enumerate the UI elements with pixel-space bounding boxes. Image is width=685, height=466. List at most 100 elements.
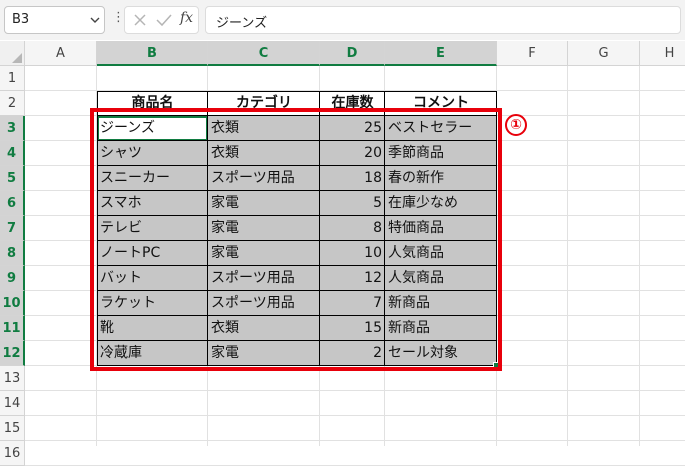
cell-d10[interactable]: 7: [320, 291, 385, 316]
table-header-e[interactable]: コメント: [385, 91, 497, 116]
cell-c6[interactable]: 家電: [208, 191, 320, 216]
cell-b3[interactable]: ジーンズ: [97, 116, 208, 141]
row-header-11[interactable]: 11: [0, 316, 25, 341]
cell-c12[interactable]: 家電: [208, 341, 320, 366]
check-icon[interactable]: [156, 13, 172, 27]
gridline-row-13: [25, 390, 685, 391]
cell-e6[interactable]: 在庫少なめ: [385, 191, 497, 216]
cell-c5[interactable]: スポーツ用品: [208, 166, 320, 191]
table-border-h-12: [97, 365, 497, 366]
table-border-h-7: [97, 240, 497, 241]
column-header-h[interactable]: H: [640, 41, 685, 66]
table-border-v-3: [319, 91, 320, 366]
cell-c9[interactable]: スポーツ用品: [208, 266, 320, 291]
column-header-a[interactable]: A: [25, 41, 97, 66]
cell-c3[interactable]: 衣類: [208, 116, 320, 141]
formula-actions: fx: [124, 6, 199, 34]
gridline-col-f: [567, 66, 568, 446]
cell-b11[interactable]: 靴: [97, 316, 208, 341]
table-border-h-4: [97, 165, 497, 166]
cell-b4[interactable]: シャツ: [97, 141, 208, 166]
table-border-v-5: [496, 91, 497, 366]
row-header-4[interactable]: 4: [0, 141, 25, 166]
row-header-2[interactable]: 2: [0, 91, 25, 116]
chevron-down-icon[interactable]: [90, 15, 100, 25]
row-header-12[interactable]: 12: [0, 341, 25, 366]
cell-c10[interactable]: スポーツ用品: [208, 291, 320, 316]
column-header-f[interactable]: F: [497, 41, 568, 66]
cell-e4[interactable]: 季節商品: [385, 141, 497, 166]
row-header-15[interactable]: 15: [0, 416, 25, 441]
annotation-marker: ①: [505, 114, 527, 136]
row-header-5[interactable]: 5: [0, 166, 25, 191]
row-header-10[interactable]: 10: [0, 291, 25, 316]
select-all-button[interactable]: [0, 41, 25, 66]
name-box[interactable]: B3: [4, 6, 105, 34]
table-header-b[interactable]: 商品名: [97, 91, 208, 116]
cell-e8[interactable]: 人気商品: [385, 241, 497, 266]
cell-e7[interactable]: 特価商品: [385, 216, 497, 241]
table-border-h-8: [97, 265, 497, 266]
gridline-col-g: [639, 66, 640, 446]
cell-e11[interactable]: 新商品: [385, 316, 497, 341]
formula-input[interactable]: ジーンズ: [205, 6, 681, 34]
cell-e5[interactable]: 春の新作: [385, 166, 497, 191]
cell-b7[interactable]: テレビ: [97, 216, 208, 241]
fill-handle[interactable]: [493, 362, 500, 369]
cell-d4[interactable]: 20: [320, 141, 385, 166]
cell-c8[interactable]: 家電: [208, 241, 320, 266]
cell-d12[interactable]: 2: [320, 341, 385, 366]
select-all-triangle-icon: [12, 53, 22, 63]
cell-e12[interactable]: セール対象: [385, 341, 497, 366]
cell-b5[interactable]: スニーカー: [97, 166, 208, 191]
table-header-c[interactable]: カテゴリ: [208, 91, 320, 116]
cell-d11[interactable]: 15: [320, 316, 385, 341]
row-header-14[interactable]: 14: [0, 391, 25, 416]
cell-e10[interactable]: 新商品: [385, 291, 497, 316]
formula-value: ジーンズ: [216, 16, 268, 31]
row-header-16[interactable]: 16: [0, 441, 25, 466]
row-header-3[interactable]: 3: [0, 116, 25, 141]
table-border-h-1: [97, 91, 497, 92]
cell-d6[interactable]: 5: [320, 191, 385, 216]
column-header-g[interactable]: G: [568, 41, 640, 66]
cell-d5[interactable]: 18: [320, 166, 385, 191]
column-header-d[interactable]: D: [320, 41, 385, 66]
table-border-h-10: [97, 315, 497, 316]
row-header-13[interactable]: 13: [0, 366, 25, 391]
column-header-b[interactable]: B: [97, 41, 208, 66]
cell-d9[interactable]: 12: [320, 266, 385, 291]
cell-c11[interactable]: 衣類: [208, 316, 320, 341]
table-border-h-5: [97, 190, 497, 191]
table-border-h-3: [97, 140, 497, 141]
insert-function-icon[interactable]: fx: [180, 10, 193, 26]
cell-b6[interactable]: スマホ: [97, 191, 208, 216]
formula-bar: B3 ⋮ fx ジーンズ: [0, 0, 685, 40]
spreadsheet-grid: 商品名 カテゴリ 在庫数 コメント ジーンズ 衣類 25 ベストセラー シャツ 衣類 20 季節商品ス…: [0, 41, 685, 466]
cell-b10[interactable]: ラケット: [97, 291, 208, 316]
gridline-row-15: [25, 440, 685, 441]
cell-e9[interactable]: 人気商品: [385, 266, 497, 291]
table-border-h-2: [97, 115, 497, 116]
row-header-6[interactable]: 6: [0, 191, 25, 216]
table-header-d[interactable]: 在庫数: [320, 91, 385, 116]
cell-e3[interactable]: ベストセラー: [385, 116, 497, 141]
row-header-8[interactable]: 8: [0, 241, 25, 266]
cell-d3[interactable]: 25: [320, 116, 385, 141]
cell-c7[interactable]: 家電: [208, 216, 320, 241]
cancel-icon[interactable]: [133, 13, 147, 27]
cell-c4[interactable]: 衣類: [208, 141, 320, 166]
table-border-h-11: [97, 340, 497, 341]
cell-d7[interactable]: 8: [320, 216, 385, 241]
table-border-h-9: [97, 290, 497, 291]
row-header-1[interactable]: 1: [0, 66, 25, 91]
cell-d8[interactable]: 10: [320, 241, 385, 266]
cell-b8[interactable]: ノートPC: [97, 241, 208, 266]
row-header-9[interactable]: 9: [0, 266, 25, 291]
cell-b12[interactable]: 冷蔵庫: [97, 341, 208, 366]
cell-b9[interactable]: バット: [97, 266, 208, 291]
row-header-7[interactable]: 7: [0, 216, 25, 241]
table-border-v-2: [207, 91, 208, 366]
column-header-e[interactable]: E: [385, 41, 497, 66]
column-header-c[interactable]: C: [208, 41, 320, 66]
